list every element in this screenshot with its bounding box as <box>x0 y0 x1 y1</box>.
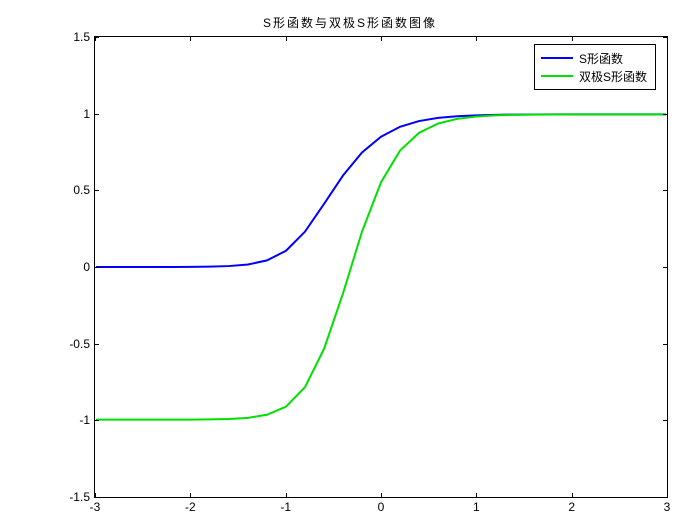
series-line-0 <box>96 114 666 267</box>
y-tick-mark <box>663 114 668 115</box>
x-tick-mark <box>190 493 191 498</box>
x-tick-label: -3 <box>90 500 101 514</box>
x-tick-mark <box>286 493 287 498</box>
x-tick-mark <box>381 36 382 41</box>
x-tick-label: 0 <box>378 500 385 514</box>
legend-box: S形函数 双极S形函数 <box>534 44 656 90</box>
x-tick-label: 3 <box>664 500 671 514</box>
legend-swatch-1 <box>541 75 573 77</box>
legend-entry-1: 双极S形函数 <box>541 67 647 85</box>
x-tick-mark <box>190 36 191 41</box>
y-tick-mark <box>94 344 99 345</box>
y-tick-mark <box>94 190 99 191</box>
legend-label-1: 双极S形函数 <box>579 68 647 85</box>
y-tick-label: 1.5 <box>50 30 90 44</box>
y-tick-mark <box>94 420 99 421</box>
x-tick-label: -1 <box>280 500 291 514</box>
chart-container: S形函数与双极S形函数图像 S形函数 双极S形函数 -1.5 -1 -0.5 0 0.5… <box>0 0 700 523</box>
x-tick-mark <box>476 36 477 41</box>
y-tick-mark <box>94 267 99 268</box>
legend-entry-0: S形函数 <box>541 49 647 67</box>
y-tick-label: 1 <box>50 107 90 121</box>
curves-svg <box>95 37 667 497</box>
y-tick-label: -0.5 <box>50 337 90 351</box>
legend-swatch-0 <box>541 57 573 59</box>
y-tick-mark <box>94 114 99 115</box>
y-tick-mark <box>663 190 668 191</box>
x-tick-mark <box>572 493 573 498</box>
x-tick-mark <box>95 493 96 498</box>
y-tick-label: -1.5 <box>50 490 90 504</box>
x-tick-mark <box>667 36 668 41</box>
x-tick-label: 2 <box>568 500 575 514</box>
x-tick-label: 1 <box>473 500 480 514</box>
x-tick-label: -2 <box>185 500 196 514</box>
y-tick-label: -1 <box>50 413 90 427</box>
chart-title: S形函数与双极S形函数图像 <box>0 14 700 31</box>
x-tick-mark <box>572 36 573 41</box>
x-tick-mark <box>381 493 382 498</box>
y-tick-mark <box>663 267 668 268</box>
y-tick-label: 0.5 <box>50 183 90 197</box>
x-tick-mark <box>286 36 287 41</box>
plot-area <box>94 36 668 498</box>
legend-label-0: S形函数 <box>579 50 623 67</box>
x-tick-mark <box>476 493 477 498</box>
y-tick-mark <box>663 420 668 421</box>
x-tick-mark <box>95 36 96 41</box>
y-tick-mark <box>663 344 668 345</box>
y-tick-label: 0 <box>50 260 90 274</box>
x-tick-mark <box>667 493 668 498</box>
